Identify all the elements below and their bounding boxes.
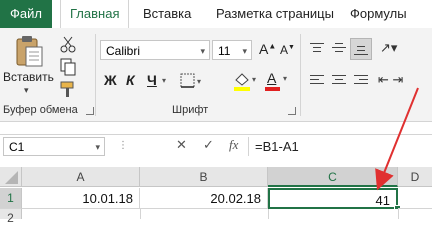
italic-button[interactable]: К xyxy=(126,72,135,88)
paste-icon xyxy=(16,36,43,67)
tab-home[interactable]: Главная xyxy=(60,0,130,29)
underline-button[interactable]: Ч xyxy=(147,72,157,88)
tab-file[interactable]: Файл xyxy=(0,0,52,28)
tab-insert[interactable]: Вставка xyxy=(143,0,191,28)
font-size-value: 11 xyxy=(218,44,231,58)
chevron-down-icon: ▾ xyxy=(200,46,205,56)
align-right-icon[interactable] xyxy=(354,74,368,86)
format-painter-icon[interactable] xyxy=(58,79,78,99)
tab-page-layout[interactable]: Разметка страницы xyxy=(216,0,334,28)
enter-icon[interactable]: ✓ xyxy=(203,137,214,153)
copy-icon[interactable] xyxy=(58,57,78,77)
font-size-select[interactable]: 11 ▾ xyxy=(212,40,252,60)
font-launcher-icon[interactable] xyxy=(288,107,296,115)
align-center-icon[interactable] xyxy=(332,74,346,86)
font-group-label: Шрифт xyxy=(172,104,209,116)
chevron-down-icon: ▾ xyxy=(95,142,100,152)
shrink-font-button[interactable]: A▼ xyxy=(280,43,295,57)
font-color-swatch xyxy=(265,87,280,91)
cell-b1[interactable]: 20.02.18 xyxy=(140,188,268,209)
paste-label[interactable]: Вставить xyxy=(3,70,54,84)
formula-input[interactable]: =B1-A1 xyxy=(255,137,299,156)
svg-text:▾: ▾ xyxy=(252,75,256,84)
align-left-icon[interactable] xyxy=(310,74,324,86)
row-header-2[interactable]: 2 xyxy=(0,209,22,225)
select-all-corner[interactable] xyxy=(0,167,22,187)
font-name-value: Calibri xyxy=(106,44,141,58)
group-separator xyxy=(95,34,96,116)
group-separator xyxy=(300,34,301,116)
svg-text:▾: ▾ xyxy=(197,77,201,86)
name-box-value: C1 xyxy=(9,140,25,154)
borders-button[interactable]: ▾ xyxy=(180,72,206,90)
font-color-letter: A xyxy=(267,70,277,86)
name-box[interactable]: C1 ▾ xyxy=(3,137,105,156)
cut-icon[interactable] xyxy=(58,34,78,54)
fill-color-button[interactable]: ▾ xyxy=(232,70,260,92)
paste-button[interactable] xyxy=(12,34,46,68)
row-header-1[interactable]: 1 xyxy=(0,188,22,209)
row-2-cells[interactable] xyxy=(22,209,432,219)
tab-formulas[interactable]: Формулы xyxy=(350,0,407,28)
align-middle-icon[interactable] xyxy=(332,42,346,54)
align-bottom-button[interactable] xyxy=(350,38,372,60)
chevron-down-icon[interactable]: ▾ xyxy=(162,76,166,85)
cell-a1[interactable]: 10.01.18 xyxy=(22,188,140,209)
clipboard-launcher-icon[interactable] xyxy=(86,107,94,115)
font-color-button[interactable]: A ▾ xyxy=(264,70,292,92)
column-header-c[interactable]: C xyxy=(268,167,398,187)
bold-button[interactable]: Ж xyxy=(104,72,117,88)
orientation-icon[interactable]: ↗▾ xyxy=(380,40,397,56)
ribbon-tab-bar: Файл Главная Вставка Разметка страницы Ф… xyxy=(0,0,432,29)
column-header-b[interactable]: B xyxy=(140,167,268,187)
paste-dropdown-icon[interactable]: ▾ xyxy=(24,85,29,96)
cell-c1-selected[interactable]: 41 xyxy=(268,188,398,209)
cell-d1[interactable] xyxy=(398,188,432,209)
font-name-select[interactable]: Calibri ▾ xyxy=(100,40,210,60)
chevron-down-icon: ▾ xyxy=(242,46,247,56)
formula-bar-grip-icon: ⋮ xyxy=(118,140,128,151)
cancel-icon[interactable]: ✕ xyxy=(176,137,187,153)
borders-icon: ▾ xyxy=(180,73,201,88)
formula-divider xyxy=(248,137,249,156)
align-top-icon[interactable] xyxy=(310,42,324,54)
indent-icon[interactable]: ⇤ ⇥ xyxy=(378,72,403,88)
chevron-down-icon: ▾ xyxy=(283,74,288,83)
fill-bucket-icon: ▾ xyxy=(234,73,256,91)
clipboard-group-label: Буфер обмена xyxy=(3,104,78,116)
column-header-d[interactable]: D xyxy=(398,167,432,187)
grid-spacer xyxy=(0,159,432,167)
insert-function-button[interactable]: fx xyxy=(229,137,238,153)
grow-font-button[interactable]: A▲ xyxy=(259,41,276,57)
column-header-a[interactable]: A xyxy=(22,167,140,187)
